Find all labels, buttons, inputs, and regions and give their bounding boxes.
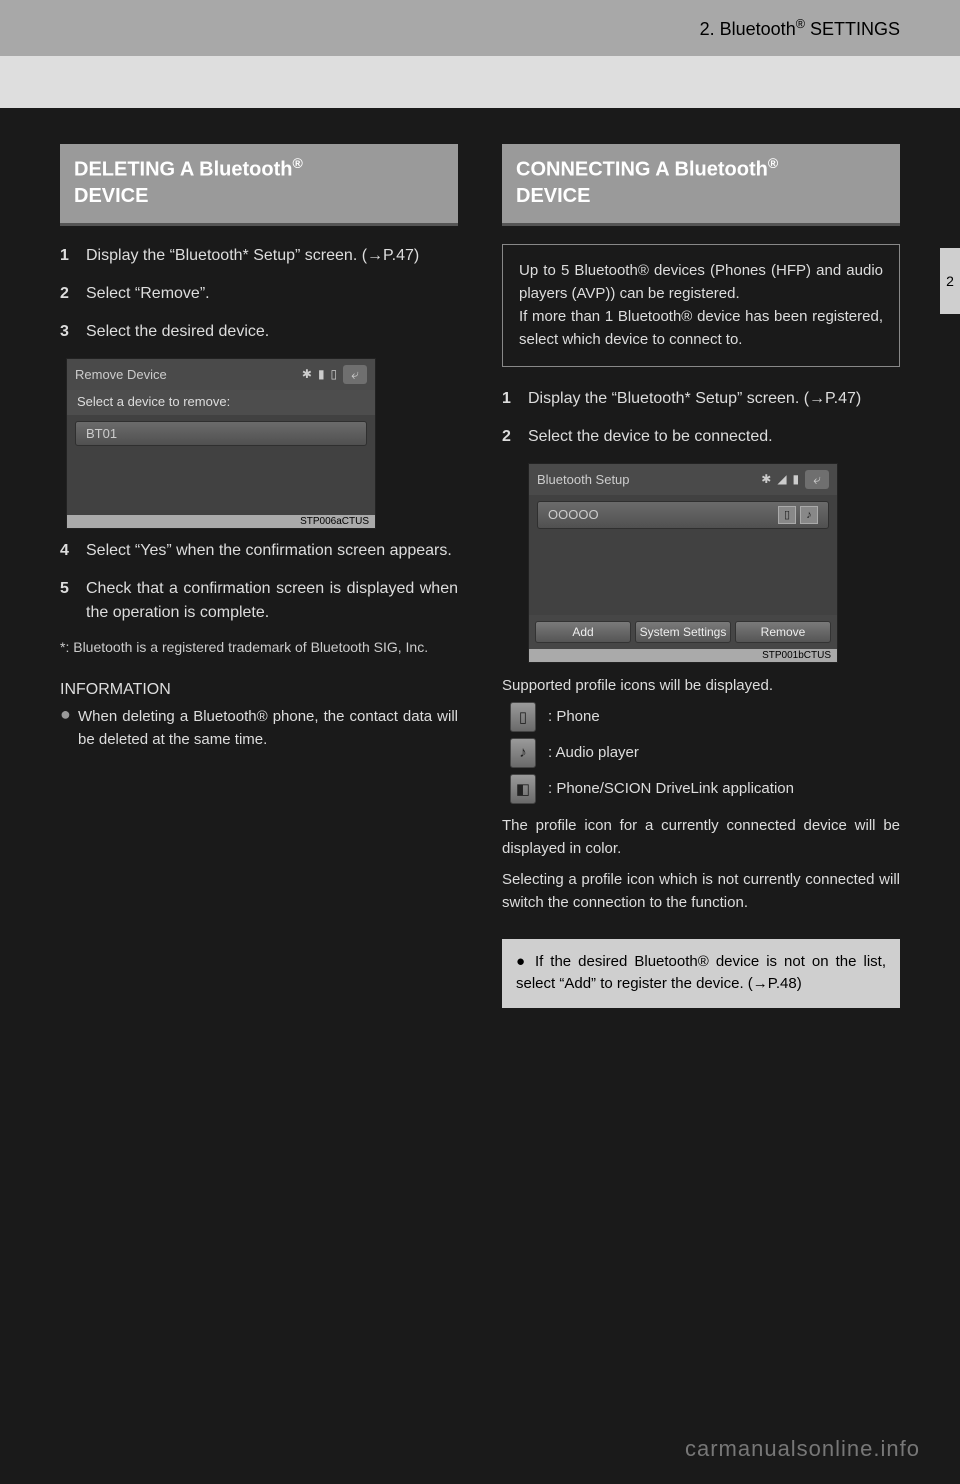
bluetooth-icon: ✱ [761, 472, 771, 486]
profile-switch-note: Selecting a profile icon which is not cu… [502, 868, 900, 915]
r-step-2: 2 Select the device to be connected. [502, 425, 900, 449]
back-button[interactable]: ⤶ [805, 470, 829, 489]
step-1: 1 Display the “Bluetooth* Setup” screen.… [60, 244, 458, 268]
section-heading-connect: CONNECTING A Bluetooth® DEVICE [502, 144, 900, 226]
profile-phone-icon[interactable]: ▯ [778, 506, 796, 524]
bluetooth-setup-screenshot: Bluetooth Setup ✱ ◢ ▮ ⤶ OOOOO ▯ ♪ [528, 463, 838, 663]
phone-icon: ▯ [331, 367, 338, 381]
header-bar: 2. Bluetooth® SETTINGS [0, 0, 960, 56]
add-button[interactable]: Add [535, 621, 631, 643]
r-step-1: 1 Display the “Bluetooth* Setup” screen.… [502, 387, 900, 411]
remove-device-screenshot: Remove Device ✱ ▮ ▯ ⤶ Select a device to… [66, 358, 376, 529]
signal-icon: ▮ [318, 367, 325, 381]
legend-audio: ♪ : Audio player [502, 738, 900, 768]
ui-footer: Add System Settings Remove [529, 615, 837, 649]
step-3: 3 Select the desired device. [60, 320, 458, 344]
device-list: OOOOO ▯ ♪ [529, 495, 837, 615]
device-list: BT01 [67, 415, 375, 515]
information-heading: INFORMATION [60, 681, 458, 699]
ui-subtitle: Select a device to remove: [67, 390, 375, 415]
breadcrumb: 2. Bluetooth® SETTINGS [700, 17, 900, 40]
audio-profile-icon: ♪ [510, 738, 536, 768]
battery-icon: ▮ [793, 472, 800, 486]
step-4: 4 Select “Yes” when the confirmation scr… [60, 539, 458, 563]
screenshot-id: STP006aCTUS [67, 515, 375, 528]
device-row-bt01[interactable]: BT01 [75, 421, 367, 446]
phone-profile-icon: ▯ [510, 702, 536, 732]
profile-color-note: The profile icon for a currently connect… [502, 814, 900, 861]
ui-title-text: Bluetooth Setup [537, 472, 630, 487]
add-device-note: ● If the desired Bluetooth® device is no… [502, 939, 900, 1008]
ui-titlebar: Bluetooth Setup ✱ ◢ ▮ ⤶ [529, 464, 837, 495]
intro-box: Up to 5 Bluetooth® devices (Phones (HFP)… [502, 244, 900, 367]
chapter-tab: 2 [940, 248, 960, 314]
icons-lead-text: Supported profile icons will be displaye… [502, 677, 900, 694]
status-icons: ✱ ▮ ▯ ⤶ [302, 365, 367, 384]
step-5: 5 Check that a confirmation screen is di… [60, 577, 458, 625]
status-icons: ✱ ◢ ▮ ⤶ [761, 470, 829, 489]
profile-audio-icon[interactable]: ♪ [800, 506, 818, 524]
trademark-footnote: *: Bluetooth is a registered trademark o… [60, 639, 458, 655]
bullet-icon: ● [60, 705, 78, 752]
left-column: DELETING A Bluetooth® DEVICE 1 Display t… [60, 144, 458, 1008]
ui-title-text: Remove Device [75, 367, 167, 382]
sdl-profile-icon: ◧ [510, 774, 536, 804]
legend-phone: ▯ : Phone [502, 702, 900, 732]
page-content: DELETING A Bluetooth® DEVICE 1 Display t… [0, 108, 960, 1008]
legend-sdl: ◧ : Phone/SCION DriveLink application [502, 774, 900, 804]
back-button[interactable]: ⤶ [343, 365, 367, 384]
remove-button[interactable]: Remove [735, 621, 831, 643]
section-heading-delete: DELETING A Bluetooth® DEVICE [60, 144, 458, 226]
device-row-ooooo[interactable]: OOOOO ▯ ♪ [537, 501, 829, 529]
ui-titlebar: Remove Device ✱ ▮ ▯ ⤶ [67, 359, 375, 390]
watermark: carmanualsonline.info [685, 1436, 920, 1462]
screenshot-id: STP001bCTUS [529, 649, 837, 662]
information-bullet: ● When deleting a Bluetooth® phone, the … [60, 705, 458, 752]
sub-header-bar [0, 56, 960, 108]
signal-icon: ◢ [777, 472, 786, 486]
step-2: 2 Select “Remove”. [60, 282, 458, 306]
system-settings-button[interactable]: System Settings [635, 621, 731, 643]
right-column: CONNECTING A Bluetooth® DEVICE Up to 5 B… [502, 144, 900, 1008]
bluetooth-icon: ✱ [302, 367, 312, 381]
